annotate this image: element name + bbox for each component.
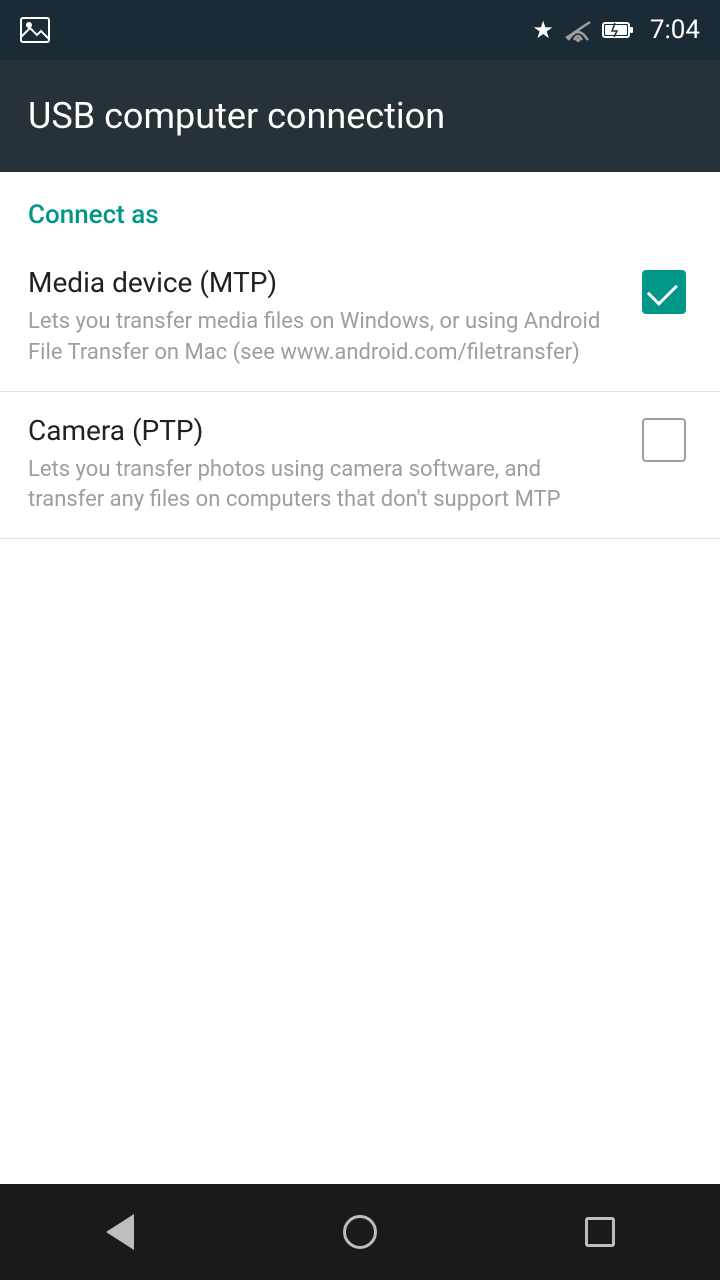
- image-icon: [20, 17, 50, 43]
- ptp-option-desc: Lets you transfer photos using camera so…: [28, 455, 616, 517]
- mtp-option-title: Media device (MTP): [28, 266, 616, 299]
- mtp-option-row[interactable]: Media device (MTP) Lets you transfer med…: [0, 244, 720, 392]
- status-bar-right-icons: ★ 7:04: [532, 15, 700, 45]
- ptp-option-title: Camera (PTP): [28, 414, 616, 447]
- home-button[interactable]: [320, 1202, 400, 1262]
- content-area: Connect as Media device (MTP) Lets you t…: [0, 172, 720, 539]
- mtp-checkbox-container[interactable]: [636, 266, 692, 322]
- status-time: 7:04: [650, 15, 700, 45]
- back-icon: [106, 1214, 134, 1250]
- star-icon: ★: [532, 16, 554, 44]
- ptp-option-row[interactable]: Camera (PTP) Lets you transfer photos us…: [0, 392, 720, 540]
- back-button[interactable]: [80, 1202, 160, 1262]
- home-icon: [343, 1215, 377, 1249]
- section-title: Connect as: [28, 200, 159, 230]
- recents-button[interactable]: [560, 1202, 640, 1262]
- page-title: USB computer connection: [28, 95, 445, 137]
- section-header: Connect as: [0, 172, 720, 244]
- recents-icon: [585, 1217, 615, 1247]
- navigation-bar: [0, 1184, 720, 1280]
- mtp-checkbox-checked[interactable]: [642, 270, 686, 314]
- app-bar: USB computer connection: [0, 60, 720, 172]
- ptp-checkbox-unchecked[interactable]: [642, 418, 686, 462]
- battery-icon: [602, 20, 634, 40]
- status-bar-left-icons: [20, 0, 50, 60]
- mtp-option-desc: Lets you transfer media files on Windows…: [28, 307, 616, 369]
- ptp-checkbox-container[interactable]: [636, 414, 692, 470]
- mtp-option-text: Media device (MTP) Lets you transfer med…: [28, 266, 636, 369]
- ptp-option-text: Camera (PTP) Lets you transfer photos us…: [28, 414, 636, 517]
- status-bar: ★ 7:04: [0, 0, 720, 60]
- no-signal-icon: [564, 18, 592, 42]
